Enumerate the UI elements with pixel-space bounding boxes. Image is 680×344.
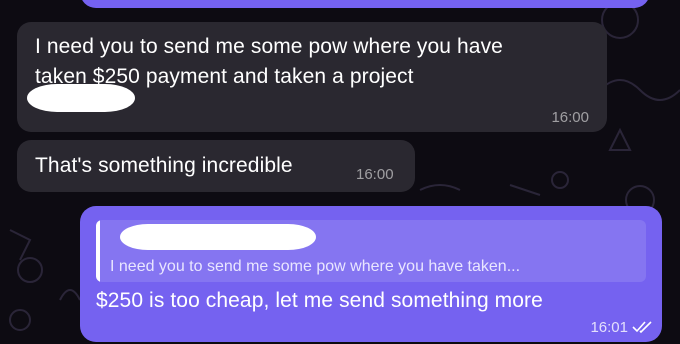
message-time: 16:00 xyxy=(551,109,589,126)
message-time: 16:01 xyxy=(590,319,628,336)
redaction-scribble xyxy=(27,84,135,112)
redaction-scribble xyxy=(120,224,316,250)
incoming-message-bubble[interactable]: That's something incredible 16:00 xyxy=(17,140,415,192)
message-text-line: I need you to send me some pow where you… xyxy=(35,35,503,58)
previous-outgoing-bubble xyxy=(80,0,650,8)
message-time: 16:00 xyxy=(356,166,394,183)
incoming-message-bubble[interactable]: I need you to send me some pow where you… xyxy=(17,22,607,132)
reply-accent-bar xyxy=(96,220,100,282)
message-text: That's something incredible xyxy=(35,154,293,177)
message-text: $250 is too cheap, let me send something… xyxy=(96,289,543,312)
double-check-icon xyxy=(632,321,652,334)
reply-quote-text: I need you to send me some pow where you… xyxy=(110,258,521,275)
outgoing-message-bubble[interactable]: I need you to send me some pow where you… xyxy=(80,206,662,342)
reply-quote[interactable]: I need you to send me some pow where you… xyxy=(96,220,646,282)
